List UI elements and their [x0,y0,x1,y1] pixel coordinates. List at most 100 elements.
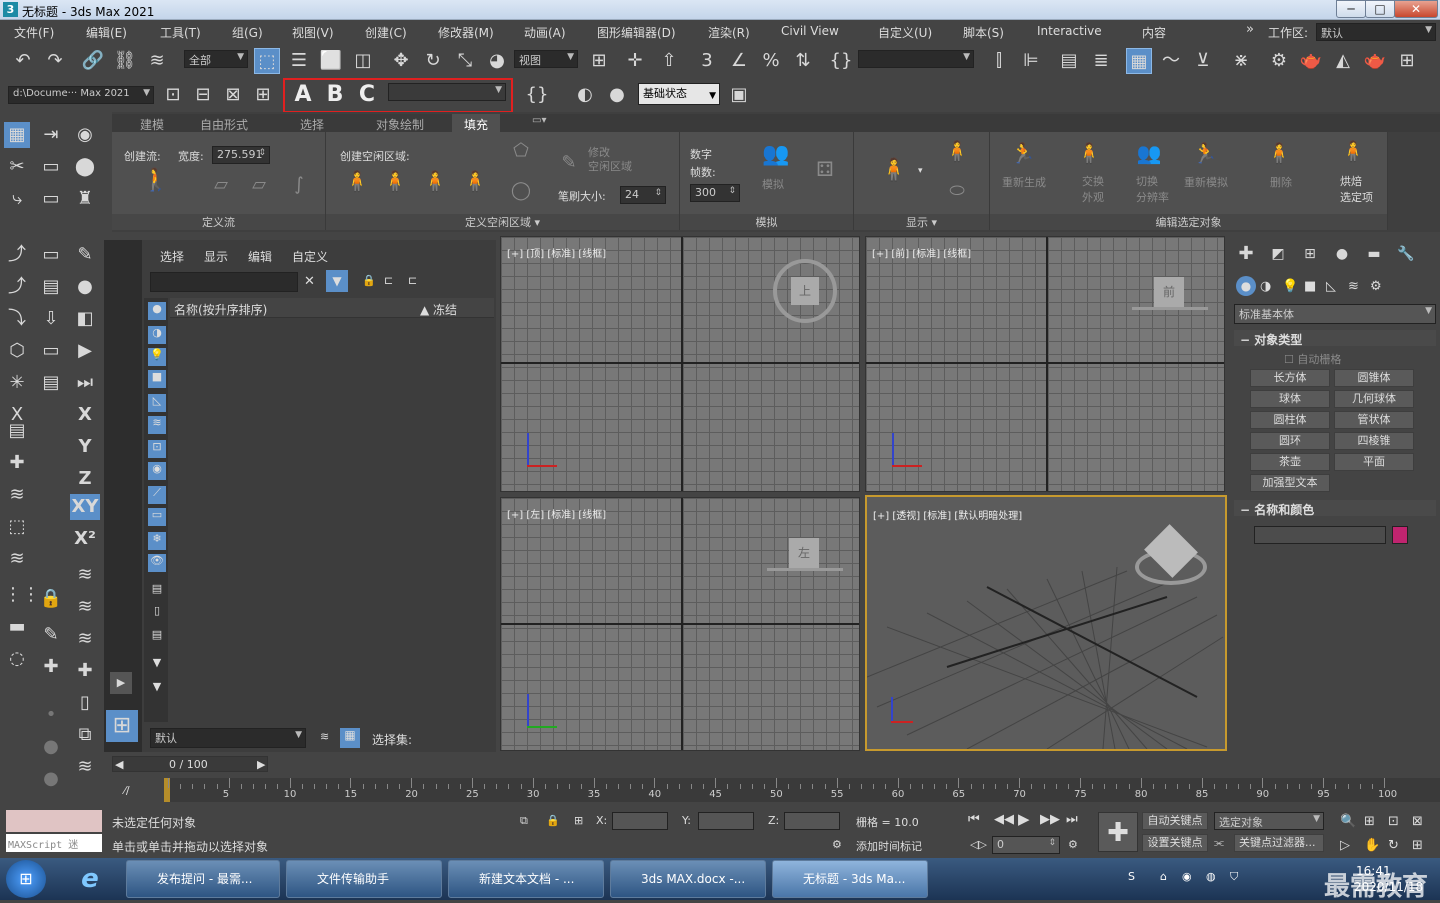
state-set2-icon[interactable]: ● [604,82,630,108]
state-set-icon[interactable]: ◐ [572,82,598,108]
helper-filter-icon[interactable]: ◺ [148,394,166,412]
layers2-tool-icon[interactable]: ≋ [72,562,98,588]
absolute-mode-icon[interactable]: ⊞ [574,814,583,827]
anim-layer-a-icon[interactable]: A [290,82,316,108]
cone-button[interactable]: 圆锥体 [1334,369,1414,387]
anim-layer-c-icon[interactable]: C [354,82,380,108]
explorer-bottom-combo[interactable]: 默认 ▼ [150,728,306,748]
column-freeze-header[interactable]: ▲ 冻结 [420,301,457,318]
viewport-top[interactable]: [+] [顶] [标准] [线框] 上 [500,236,860,492]
object-type-rollout-header[interactable]: − 对象类型 [1234,330,1436,347]
textplus-button[interactable]: 加强型文本 [1250,474,1330,492]
regenerate-icon[interactable]: 🏃 [1010,140,1036,166]
cylinder-button[interactable]: 圆柱体 [1250,411,1330,429]
container-icon[interactable]: ⊡ [160,82,186,108]
tray-wechat-icon[interactable]: ◉ [1182,870,1192,883]
layers5-tool-icon[interactable]: ≋ [72,754,98,780]
viewcube-front[interactable]: 前 [1154,277,1184,307]
bone-filter-icon[interactable]: ⟋ [148,486,166,504]
tray-network-icon[interactable]: ⌂ [1160,870,1167,883]
time-tag-icon[interactable]: ⚙ [832,838,842,851]
state-set-combo[interactable]: 基础状态 ▼ [638,83,720,105]
select-by-name-icon[interactable]: ☰ [286,48,312,74]
viewport-left-label[interactable]: [+] [左] [标准] [线框] [507,506,606,521]
window-crossing-icon[interactable]: ◫ [350,48,376,74]
undo-icon[interactable]: ↶ [10,48,36,74]
soft-brush2-icon[interactable]: ● [38,766,64,792]
curve-editor-icon[interactable]: 〜 [1158,48,1184,74]
layers3-tool-icon[interactable]: ≋ [72,594,98,620]
cursor-tool-icon[interactable]: ⬚ [4,514,30,540]
brush-size-spinner[interactable]: 24 ⇕ [620,186,666,204]
viewport-perspective[interactable]: [+] [透视] [标准] [默认明暗处理] [865,495,1227,751]
shape-filter-icon[interactable]: ◑ [148,326,166,344]
menu-modifiers[interactable]: 修改器(M) [438,24,494,41]
viewcube-ring[interactable] [1132,307,1208,310]
add-tool-icon[interactable]: ✚ [4,450,30,476]
geometry-icon[interactable]: ● [1236,276,1256,296]
taskbar-item-3dsmax[interactable]: 无标题 - 3ds Ma... [772,860,928,898]
unlink-icon[interactable]: ⛓ [112,48,138,74]
key-selection-combo[interactable]: 选定对象 ▼ [1214,812,1324,830]
viewcube-ring[interactable] [767,568,843,571]
x-coord-input[interactable] [612,812,668,830]
select-object-icon[interactable]: ⬚ [254,48,280,74]
select-tool-icon[interactable]: ▦ [4,122,30,148]
define-flows-title[interactable]: 定义流 [112,214,325,230]
move-icon[interactable]: ✥ [388,48,414,74]
utilities-tab-icon[interactable]: 🔧 [1394,242,1418,266]
soft-brush-icon[interactable]: ● [38,734,64,760]
idle-area-icon-4[interactable]: 🧍 [462,168,488,194]
time-next-icon[interactable]: ▶ [257,758,265,771]
circle-tool-icon[interactable]: ◌ [4,646,30,672]
viewport-left[interactable]: [+] [左] [标准] [线框] 左 [500,497,860,751]
edit-named-selections-icon[interactable]: {} [828,48,854,74]
menu-content[interactable]: 内容 [1142,24,1166,41]
sphere-button[interactable]: 球体 [1250,390,1330,408]
menu-interactive[interactable]: Interactive [1037,24,1102,38]
grid-tool-icon[interactable]: ⋮⋮ [4,582,40,608]
start-button[interactable]: ⊞ [6,860,46,898]
simulate-options-icon[interactable]: ⚃ [812,156,838,182]
modify-idle-icon[interactable]: ✎ [556,150,582,176]
animate-tool-icon[interactable]: ⏭ [72,370,98,396]
sub-tool-icon-3[interactable]: ♜ [72,186,98,212]
switch-resolution-icon[interactable]: 👥 [1136,140,1162,166]
xref-filter-icon[interactable]: ◉ [148,462,166,480]
rect-selection-icon[interactable]: ⬜ [318,48,344,74]
idle-area-icon-3[interactable]: 🧍 [422,168,448,194]
project-path-combo[interactable]: d:\Docume··· Max 2021 ▼ [8,86,154,104]
scale-icon[interactable]: ⤡ [452,48,478,74]
brush-tool-icon[interactable]: ✎ [72,242,98,268]
viewport-top-label[interactable]: [+] [顶] [标准] [线框] [507,245,606,260]
paint-select-icon[interactable]: ⇥ [38,122,64,148]
geosphere-button[interactable]: 几何球体 [1334,390,1414,408]
named-selection-combo[interactable]: ▼ [858,50,974,68]
tray-s-icon[interactable]: S [1128,870,1135,883]
current-frame-marker[interactable] [164,778,170,802]
axis-x-icon[interactable]: X [72,402,98,428]
taskbar-item-word[interactable]: 3ds MAX.docx -... [610,860,766,898]
snaps-toggle-icon[interactable]: 3 [694,48,720,74]
flow-ramp-icon[interactable]: ∫ [286,172,312,198]
lights-icon[interactable]: 💡 [1282,279,1298,294]
cameras-icon[interactable]: ■ [1304,279,1316,294]
axis-z-icon[interactable]: Z [72,466,98,492]
viewcube-top[interactable]: 上 [791,277,819,305]
close-button[interactable]: ✕ [1394,0,1438,18]
create-flow-icon[interactable]: 🚶 [142,168,169,194]
render-setup-icon[interactable]: 🫖 [1298,48,1324,74]
object-color-swatch[interactable] [1392,526,1408,544]
viewport-perspective-label[interactable]: [+] [透视] [标准] [默认明暗处理] [873,507,1022,522]
tab-modeling[interactable]: 建模 [140,116,164,133]
frames-spinner[interactable]: 300 ⇕ [690,184,740,202]
flow-adjust-icon[interactable]: ▱ [246,172,272,198]
idle-circle-icon[interactable]: ◯ [508,178,534,204]
menu-file[interactable]: 文件(F) [14,24,54,41]
key-filter-icon[interactable]: ⫘ [1214,836,1224,850]
key-filters-button[interactable]: 关键点过滤器... [1234,834,1324,852]
maxscript-listener[interactable] [6,810,102,832]
orbit-icon[interactable]: ↻ [1388,838,1399,853]
dope-sheet-icon[interactable]: ⊻ [1190,48,1216,74]
isolate-icon[interactable]: ⧉ [520,814,528,828]
